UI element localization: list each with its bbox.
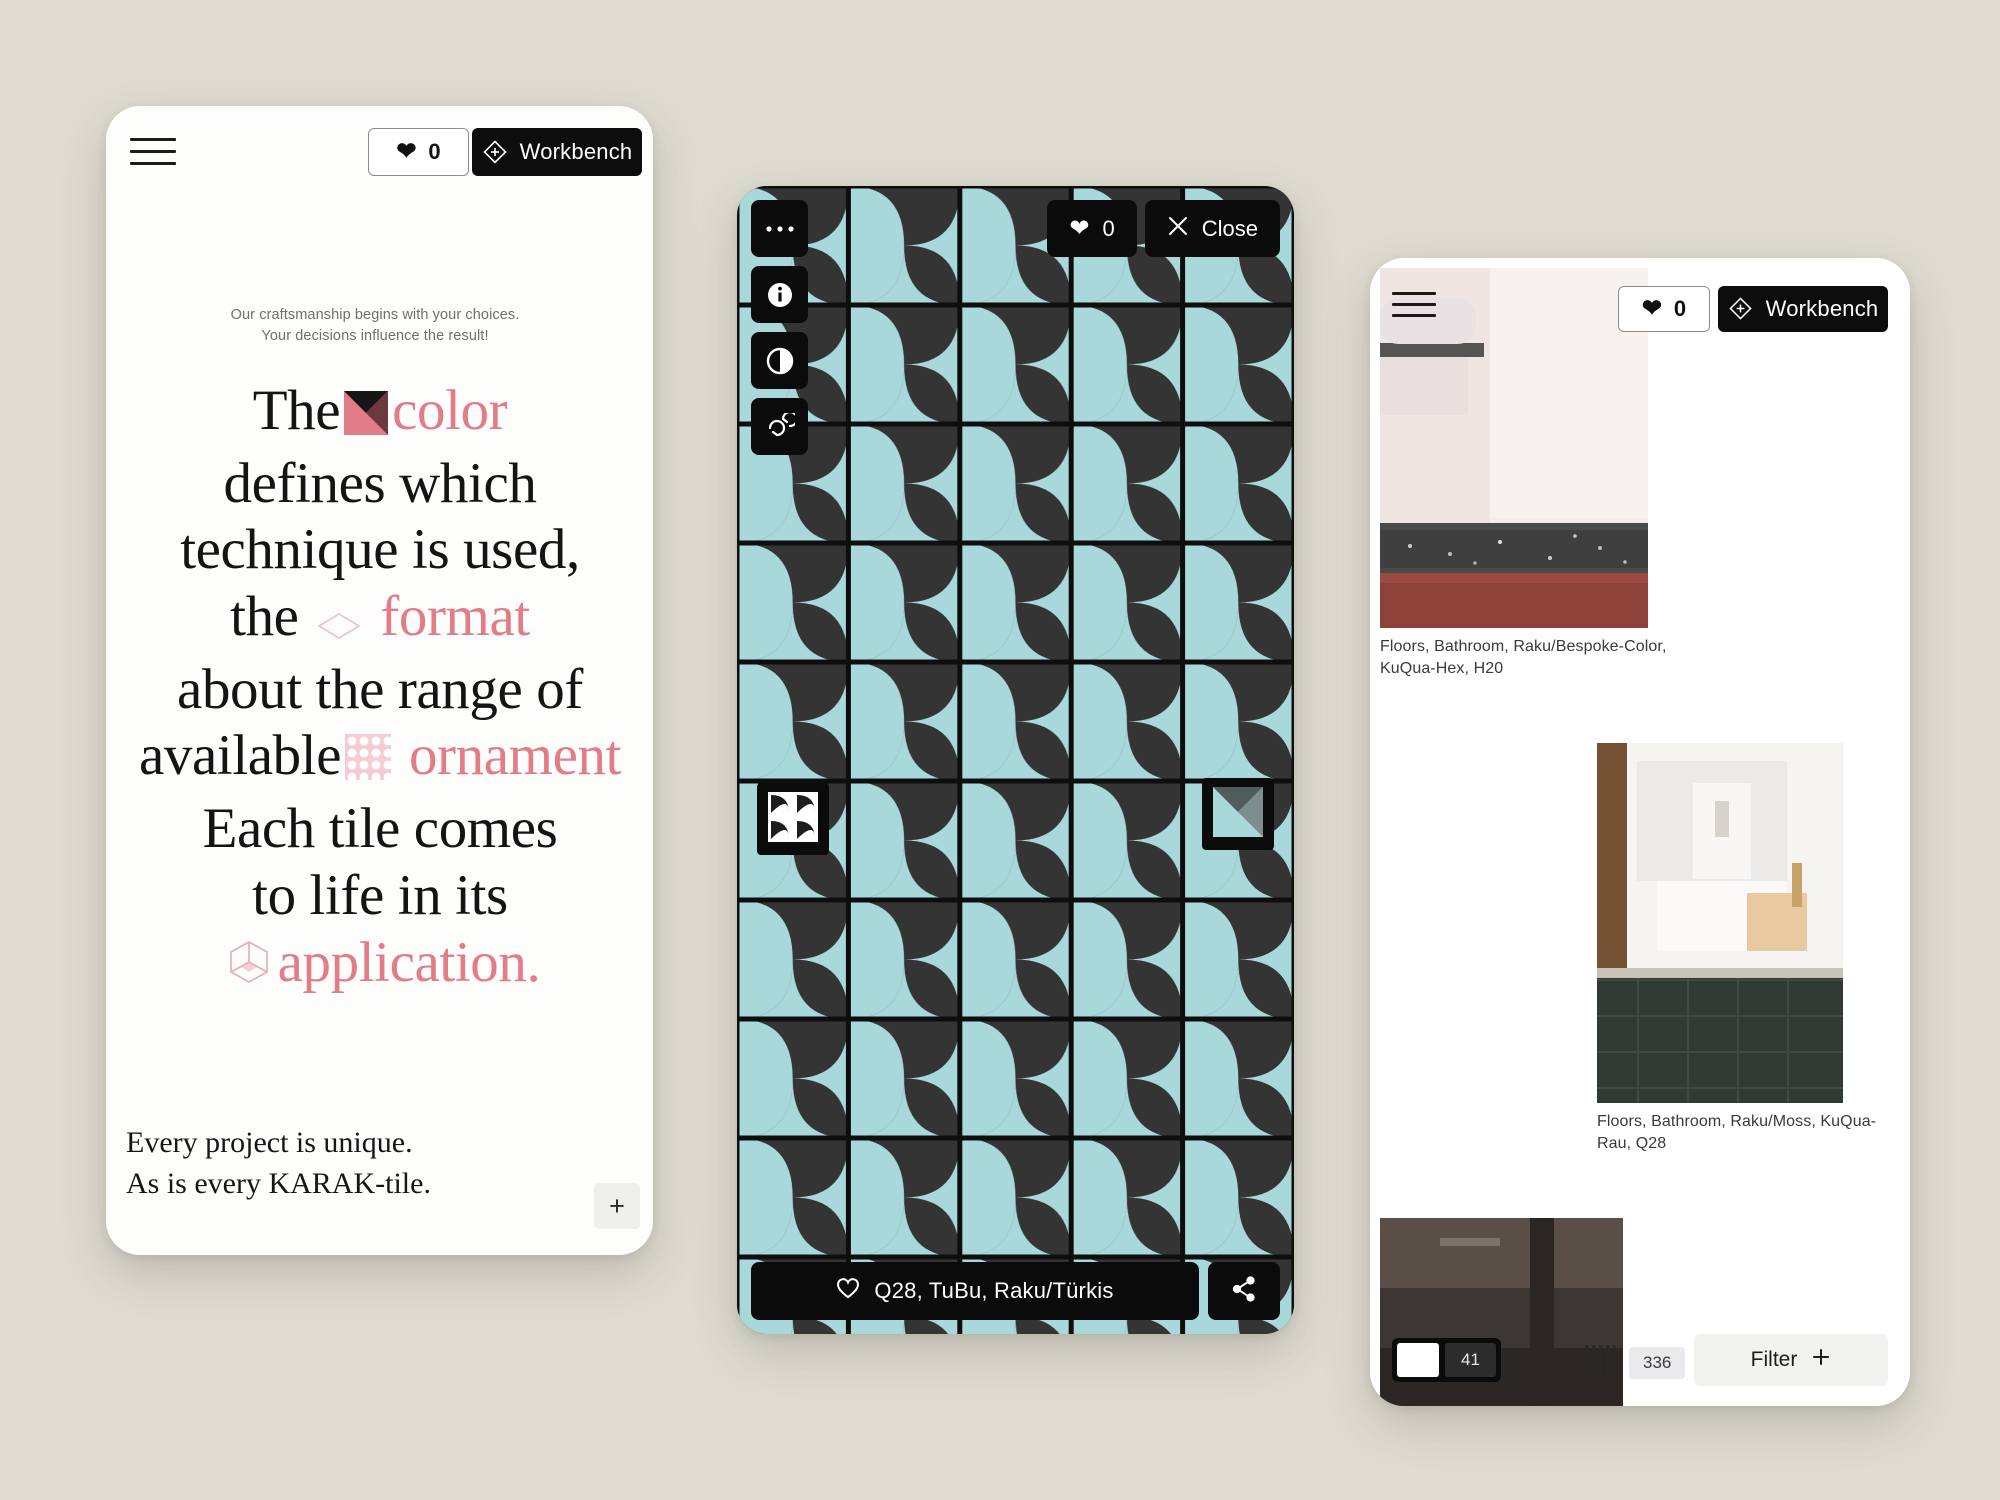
burger-line — [130, 150, 176, 153]
color-swatch-icon — [1213, 786, 1263, 842]
viewer-bottom-bar: Q28, TuBu, Raku/Türkis — [751, 1262, 1280, 1320]
color-triangle-icon[interactable] — [344, 384, 389, 451]
home-headline: The color defines which technique is used… — [110, 378, 650, 1002]
share-icon — [1231, 1275, 1257, 1307]
hamburger-icon[interactable] — [130, 138, 176, 168]
browse-header: ❤ 0 Workbench — [1370, 258, 1910, 368]
home-footer-text: Every project is unique. As is every KAR… — [126, 1122, 546, 1205]
footer-line-1: Every project is unique. — [126, 1126, 413, 1159]
footer-line-2: As is every KARAK-tile. — [126, 1167, 431, 1201]
workbench-label: Workbench — [1765, 296, 1879, 321]
favorites-count: 0 — [1102, 215, 1115, 241]
filter-label: Filter — [1750, 1348, 1798, 1371]
workbench-label: Workbench — [519, 139, 633, 164]
headline-line-9: application. — [110, 930, 650, 1003]
tile-caption-button[interactable]: Q28, TuBu, Raku/Türkis — [751, 1262, 1199, 1320]
burger-line — [130, 162, 176, 165]
tile-caption-text: Q28, TuBu, Raku/Türkis — [874, 1278, 1114, 1303]
close-x-icon — [1167, 215, 1189, 243]
burger-line — [1392, 292, 1436, 295]
favorites-count: 0 — [428, 139, 441, 164]
headline-line-5: about the range of — [177, 657, 583, 721]
burger-line — [1392, 303, 1436, 306]
info-icon[interactable] — [751, 266, 808, 323]
burger-line — [130, 138, 176, 141]
pattern-swatch-button[interactable] — [757, 783, 829, 855]
view-toggle-grid[interactable]: 336 — [1583, 1343, 1686, 1382]
headline-line-1: The color — [110, 378, 650, 451]
favorites-button[interactable]: ❤ 0 — [1047, 200, 1137, 257]
headline-line-4: the format — [110, 584, 650, 657]
color-swatch-button[interactable] — [1202, 778, 1274, 850]
expand-button[interactable]: + — [594, 1183, 640, 1229]
diamond-plus-icon — [1728, 296, 1754, 322]
gallery-caption: Floors, Bathroom, Raku/Bespoke-Color, Ku… — [1380, 638, 1667, 678]
burger-line — [1392, 314, 1436, 317]
close-label: Close — [1201, 215, 1258, 241]
grid-view-count: 336 — [1629, 1346, 1686, 1379]
headline-line-8: to life in its — [252, 863, 508, 927]
viewer-tool-column — [751, 200, 808, 455]
rotate-icon[interactable] — [751, 398, 808, 455]
heart-filled-icon: ❤ — [396, 138, 417, 165]
favorites-count: 0 — [1673, 296, 1687, 321]
pattern-swatch-icon — [768, 791, 818, 847]
workbench-button[interactable]: Workbench — [472, 128, 642, 176]
hamburger-icon[interactable] — [1392, 292, 1436, 320]
contrast-icon[interactable] — [751, 332, 808, 389]
filter-button[interactable]: Filter — [1694, 1334, 1888, 1386]
heart-outline-icon — [836, 1277, 860, 1305]
gallery-image-bathroom-green[interactable] — [1597, 743, 1843, 1103]
diamond-outline-icon[interactable] — [316, 590, 362, 657]
heart-filled-icon: ❤ — [1069, 215, 1090, 242]
viewer-top-right-actions: ❤ 0 Close — [1047, 200, 1280, 257]
heart-filled-icon: ❤ — [1641, 295, 1662, 322]
phone-browse-screen: Floors, Bathroom, Raku/Bespoke-Color, Ku… — [1370, 258, 1910, 1406]
view-toggle-single[interactable]: 41 — [1392, 1338, 1501, 1382]
share-button[interactable] — [1208, 1262, 1280, 1320]
headline-line-2: defines which — [223, 451, 537, 515]
favorites-button[interactable]: ❤ 0 — [368, 128, 469, 176]
browse-bottom-bar: 41 336 Filter — [1370, 1314, 1910, 1406]
home-kicker-text: Our craftsmanship begins with your choic… — [230, 307, 520, 345]
headline-line-7: Each tile comes — [202, 797, 558, 861]
headline-line-3: technique is used, — [180, 518, 580, 582]
cube-application-icon[interactable] — [224, 936, 274, 1003]
single-view-count: 41 — [1445, 1343, 1496, 1377]
single-view-icon — [1397, 1343, 1439, 1377]
tile-pattern-canvas[interactable] — [737, 186, 1294, 1334]
gallery-caption: Floors, Bathroom, Raku/Moss, KuQua-Rau, … — [1597, 1113, 1877, 1153]
ellipsis-icon[interactable] — [751, 200, 808, 257]
phone-tile-viewer: ❤ 0 Close Q28, TuBu, Raku/Türkis — [737, 186, 1294, 1334]
close-button[interactable]: Close — [1144, 200, 1280, 257]
workbench-button[interactable]: Workbench — [1718, 286, 1888, 332]
plus-icon — [1811, 1347, 1831, 1373]
diamond-plus-icon — [482, 139, 508, 165]
headline-line-6: available ornament — [110, 723, 650, 796]
ornament-pattern-icon[interactable] — [345, 729, 393, 796]
grid-icon — [1583, 1343, 1617, 1382]
favorites-button[interactable]: ❤ 0 — [1618, 286, 1710, 332]
